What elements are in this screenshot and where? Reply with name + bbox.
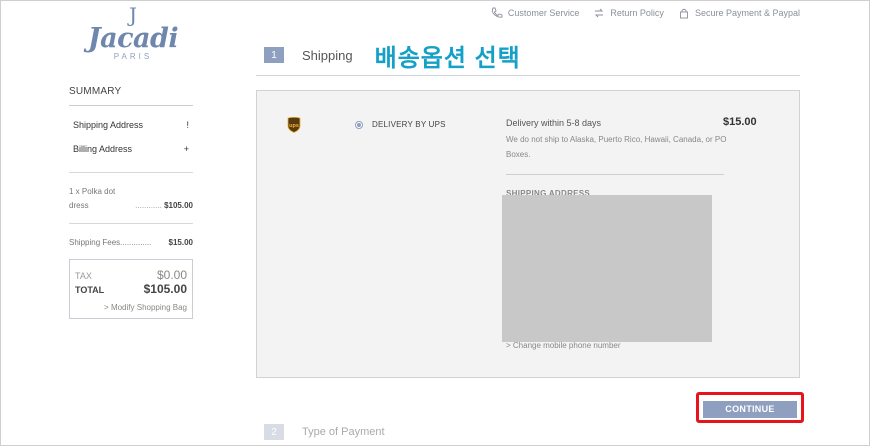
jacadi-logo[interactable]: J Jacadi PARIS: [86, 4, 180, 66]
step-shipping-header: 1 Shipping 배송옵션 선택: [264, 40, 521, 72]
header-divider: [256, 75, 800, 76]
shipping-address-toggle[interactable]: Shipping Address !: [69, 120, 193, 130]
order-summary: SUMMARY Shipping Address ! Billing Addre…: [69, 86, 193, 319]
lock-icon: [679, 8, 688, 19]
delivery-description: We do not ship to Alaska, Puerto Rico, H…: [506, 135, 727, 159]
change-phone-link[interactable]: > Change mobile phone number: [506, 341, 621, 350]
step-title: Type of Payment: [302, 426, 385, 438]
return-policy-label: Return Policy: [610, 8, 664, 18]
item-name-cont: dress: [69, 201, 89, 210]
step-payment-header[interactable]: 2 Type of Payment: [264, 424, 385, 440]
item-price: $105.00: [164, 201, 193, 210]
shipping-address-indicator: !: [186, 120, 189, 130]
delivery-price: $15.00: [723, 116, 757, 128]
delivery-time: Delivery within 5-8 days: [506, 118, 602, 128]
return-icon: [595, 8, 604, 18]
tax-value: $0.00: [156, 268, 187, 282]
panel-divider: [506, 174, 724, 175]
customer-service-label: Customer Service: [507, 8, 580, 18]
billing-address-label: Billing Address: [73, 144, 133, 154]
ups-logo-icon: ups: [287, 117, 301, 133]
redacted-address-block: [502, 195, 712, 342]
customer-service-link[interactable]: Customer Service: [491, 7, 580, 19]
billing-address-toggle[interactable]: Billing Address +: [69, 144, 193, 154]
svg-text:ups: ups: [289, 123, 299, 129]
shipping-fees-row: Shipping Fees.............. $15.00: [69, 238, 193, 247]
top-links: Customer Service Return Policy Secure Pa…: [491, 7, 800, 19]
step-number: 1: [264, 47, 284, 63]
item-dots: ............: [135, 201, 162, 210]
delivery-ups-radio[interactable]: [355, 121, 363, 129]
fees-dots: ..............: [120, 238, 152, 247]
annotation-text: 배송옵션 선택: [374, 44, 521, 72]
continue-button[interactable]: CONTINUE: [703, 400, 797, 418]
total-label: TOTAL: [75, 285, 105, 295]
modify-shopping-bag-link[interactable]: > Modify Shopping Bag: [75, 303, 187, 312]
tax-label: TAX: [75, 271, 92, 281]
cart-item: 1 x Polka dot dress ............ $105.00: [69, 185, 193, 213]
total-row: TOTAL $105.00: [75, 282, 187, 296]
logo-wordmark: Jacadi: [87, 23, 179, 54]
phone-icon: [491, 7, 503, 18]
step-title: Shipping: [302, 47, 353, 63]
step-number: 2: [264, 424, 284, 440]
delivery-options-panel: ups DELIVERY BY UPS Delivery within 5-8 …: [256, 90, 800, 378]
fees-value: $15.00: [168, 238, 193, 247]
summary-divider: [69, 172, 193, 173]
item-name: 1 x Polka dot: [69, 187, 116, 196]
shipping-address-label: Shipping Address: [73, 120, 144, 130]
delivery-method-label[interactable]: DELIVERY BY UPS: [372, 120, 446, 129]
secure-payment-label: Secure Payment & Paypal: [694, 8, 800, 18]
summary-divider: [69, 223, 193, 224]
return-policy-link[interactable]: Return Policy: [593, 7, 664, 19]
plus-icon: +: [183, 144, 189, 154]
continue-highlight: CONTINUE: [696, 392, 804, 423]
totals-box: TAX $0.00 TOTAL $105.00 > Modify Shoppin…: [69, 259, 193, 319]
summary-divider: [69, 105, 193, 106]
total-value: $105.00: [143, 282, 187, 296]
secure-payment-link[interactable]: Secure Payment & Paypal: [678, 7, 800, 19]
fees-label: Shipping Fees: [69, 238, 121, 247]
tax-row: TAX $0.00: [75, 268, 187, 282]
summary-title: SUMMARY: [69, 86, 122, 97]
